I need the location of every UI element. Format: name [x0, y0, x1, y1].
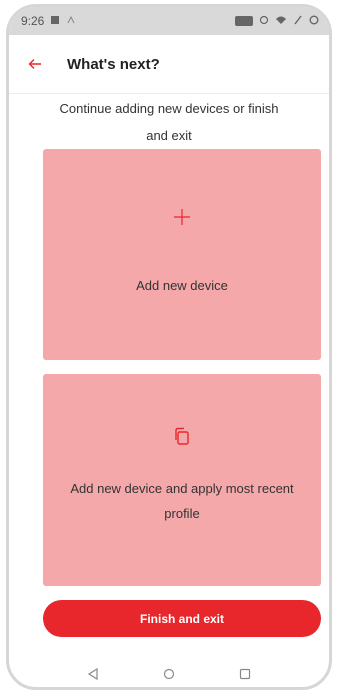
add-device-apply-profile-label: Add new device and apply most recent pro…: [70, 481, 294, 521]
system-nav-bar: [9, 655, 329, 687]
back-button[interactable]: [17, 58, 53, 70]
phone-frame: 9:26 What's next? Continue adding new de…: [6, 4, 332, 690]
recents-square-icon[interactable]: [235, 664, 255, 684]
subtitle: Continue adding new devices or finish an…: [59, 101, 279, 143]
home-circle-icon[interactable]: [159, 664, 179, 684]
notification-icon: [50, 15, 60, 28]
signal-small-icon: [66, 15, 76, 28]
add-new-device-card[interactable]: Add new device: [43, 149, 321, 360]
arrow-left-icon: [28, 59, 41, 69]
status-bar: 9:26: [9, 7, 329, 35]
add-device-apply-profile-card[interactable]: Add new device and apply most recent pro…: [43, 374, 321, 586]
add-new-device-label: Add new device: [136, 278, 228, 293]
alarm-icon: [259, 15, 269, 28]
no-sim-icon: [293, 15, 303, 28]
status-left: 9:26: [21, 14, 76, 28]
copy-icon: [172, 426, 192, 446]
data-badge-icon: [235, 16, 253, 26]
back-triangle-icon[interactable]: [83, 664, 103, 684]
status-right: [235, 15, 319, 28]
wifi-icon: [275, 15, 287, 28]
status-time: 9:26: [21, 14, 45, 28]
battery-icon: [309, 15, 319, 28]
page-title: What's next?: [67, 55, 160, 73]
plus-icon: [173, 207, 191, 231]
app-bar: What's next?: [9, 35, 329, 94]
finish-and-exit-button[interactable]: Finish and exit: [43, 600, 321, 637]
